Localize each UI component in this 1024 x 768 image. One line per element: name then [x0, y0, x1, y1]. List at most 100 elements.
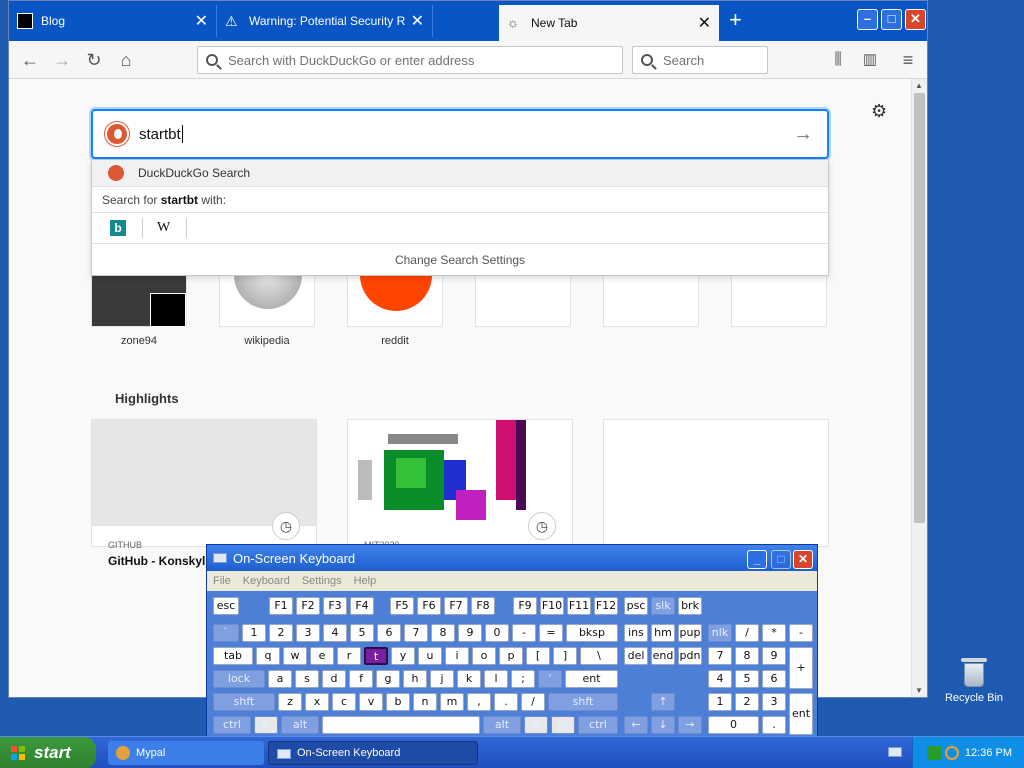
key-f11[interactable]: F11 — [567, 597, 591, 615]
taskbar-item-osk[interactable]: On-Screen Keyboard — [268, 741, 478, 765]
close-tab-icon[interactable]: ✕ — [195, 11, 208, 31]
top-site-zone94[interactable] — [91, 275, 187, 327]
key-4[interactable]: 4 — [323, 624, 347, 642]
minimize-button[interactable]: – — [857, 9, 878, 30]
key-num4[interactable]: 4 — [708, 670, 732, 688]
key-8[interactable]: 8 — [431, 624, 455, 642]
close-tab-icon[interactable]: ✕ — [698, 13, 711, 33]
key-s[interactable]: s — [295, 670, 319, 688]
key-0[interactable]: 0 — [485, 624, 509, 642]
home-button[interactable]: ⌂ — [115, 49, 137, 71]
key-comma[interactable]: , — [467, 693, 491, 711]
gear-icon[interactable]: ⚙ — [871, 101, 887, 122]
start-button[interactable]: start — [0, 737, 96, 768]
wikipedia-icon[interactable]: W — [157, 220, 170, 236]
key-num1[interactable]: 1 — [708, 693, 732, 711]
key-hm[interactable]: hm — [651, 624, 675, 642]
key-ins[interactable]: ins — [624, 624, 648, 642]
key-j[interactable]: j — [430, 670, 454, 688]
scrollbar[interactable]: ▲ ▼ — [911, 79, 927, 697]
key-f4[interactable]: F4 — [350, 597, 374, 615]
key-down-arrow-icon[interactable]: ↓ — [651, 716, 675, 734]
key-numenter[interactable]: ent — [789, 693, 813, 735]
key-up-arrow-icon[interactable]: ↑ — [651, 693, 675, 711]
arrow-right-icon[interactable]: → — [793, 123, 813, 146]
key-o[interactable]: o — [472, 647, 496, 665]
key-brk[interactable]: brk — [678, 597, 702, 615]
key-1[interactable]: 1 — [242, 624, 266, 642]
key-3[interactable]: 3 — [296, 624, 320, 642]
scroll-up-icon[interactable]: ▲ — [915, 81, 923, 90]
key-f7[interactable]: F7 — [444, 597, 468, 615]
key-9[interactable]: 9 — [458, 624, 482, 642]
scroll-thumb[interactable] — [914, 93, 925, 523]
key-num3[interactable]: 3 — [762, 693, 786, 711]
osk-close-button[interactable]: ✕ — [793, 550, 813, 569]
key-f6[interactable]: F6 — [417, 597, 441, 615]
key-f2[interactable]: F2 — [296, 597, 320, 615]
close-window-button[interactable]: ✕ — [905, 9, 926, 30]
key-num0[interactable]: 0 — [708, 716, 759, 734]
key-num9[interactable]: 9 — [762, 647, 786, 665]
key-esc[interactable]: esc — [213, 597, 239, 615]
highlight-card-github[interactable]: GITHUB GitHub - Konskylu ◷ — [91, 419, 317, 568]
key-rctrl[interactable]: ctrl — [578, 716, 618, 734]
key-lshift[interactable]: shft — [213, 693, 275, 711]
back-button[interactable]: ← — [19, 49, 41, 71]
key-num5[interactable]: 5 — [735, 670, 759, 688]
key-space[interactable] — [322, 716, 480, 734]
key-m[interactable]: m — [440, 693, 464, 711]
key-rbracket[interactable]: ] — [553, 647, 577, 665]
key-u[interactable]: u — [418, 647, 442, 665]
address-bar[interactable]: Search with DuckDuckGo or enter address — [197, 46, 623, 74]
top-site-wikipedia[interactable] — [219, 275, 315, 327]
key-num7[interactable]: 7 — [708, 647, 732, 665]
key-menu-icon[interactable]: ▤ — [551, 716, 575, 734]
key-numdot[interactable]: . — [762, 716, 786, 734]
key-windows-icon[interactable]: ⊞ — [524, 716, 548, 734]
key-backspace[interactable]: bksp — [566, 624, 618, 642]
key-right-arrow-icon[interactable]: → — [678, 716, 702, 734]
key-h[interactable]: h — [403, 670, 427, 688]
key-equals[interactable]: = — [539, 624, 563, 642]
key-i[interactable]: i — [445, 647, 469, 665]
suggestion-duckduckgo[interactable]: DuckDuckGo Search — [92, 160, 828, 186]
key-f8[interactable]: F8 — [471, 597, 495, 615]
close-tab-icon[interactable]: ✕ — [411, 11, 424, 31]
key-slk[interactable]: slk — [651, 597, 675, 615]
search-bar[interactable]: Search — [632, 46, 768, 74]
key-quote[interactable]: ' — [538, 670, 562, 688]
key-b[interactable]: b — [386, 693, 410, 711]
key-z[interactable]: z — [278, 693, 302, 711]
key-x[interactable]: x — [305, 693, 329, 711]
key-7[interactable]: 7 — [404, 624, 428, 642]
key-2[interactable]: 2 — [269, 624, 293, 642]
key-num6[interactable]: 6 — [762, 670, 786, 688]
key-period[interactable]: . — [494, 693, 518, 711]
key-tab[interactable]: tab — [213, 647, 253, 665]
bing-icon[interactable]: b — [110, 220, 126, 236]
key-rshift[interactable]: shft — [548, 693, 618, 711]
key-num2[interactable]: 2 — [735, 693, 759, 711]
key-f[interactable]: f — [349, 670, 373, 688]
key-end[interactable]: end — [651, 647, 675, 665]
scroll-down-icon[interactable]: ▼ — [915, 686, 923, 695]
new-tab-button[interactable]: + — [729, 9, 742, 31]
key-f10[interactable]: F10 — [540, 597, 564, 615]
key-backslash[interactable]: \ — [580, 647, 618, 665]
change-search-settings[interactable]: Change Search Settings — [92, 244, 828, 276]
key-k[interactable]: k — [457, 670, 481, 688]
network-icon[interactable] — [927, 746, 941, 760]
key-t[interactable]: t — [364, 647, 388, 665]
osk-title-bar[interactable]: On-Screen Keyboard — [207, 545, 817, 571]
key-f1[interactable]: F1 — [269, 597, 293, 615]
highlight-card-pixel-art[interactable]: MIT2020 ◷ — [347, 419, 573, 550]
key-backtick[interactable]: ` — [213, 624, 239, 642]
key-psc[interactable]: psc — [624, 597, 648, 615]
key-w[interactable]: w — [283, 647, 307, 665]
key-f9[interactable]: F9 — [513, 597, 537, 615]
key-c[interactable]: c — [332, 693, 356, 711]
key-nlk[interactable]: nlk — [708, 624, 732, 642]
key-lalt[interactable]: alt — [281, 716, 319, 734]
key-numadd[interactable]: + — [789, 647, 813, 689]
